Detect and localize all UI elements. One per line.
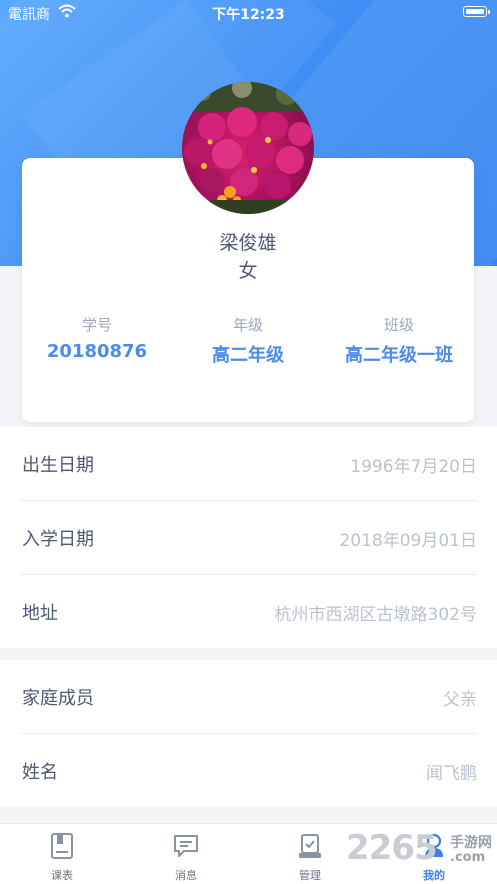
watermark-text: 手游网	[450, 835, 492, 851]
tab-label: 课表	[51, 869, 73, 882]
row-value: 2018年09月01日	[339, 531, 477, 551]
stat-value: 高二年级一班	[345, 345, 453, 366]
chat-icon	[174, 835, 198, 857]
tab-label: 我的	[423, 869, 445, 882]
tab-messages[interactable]: 消息	[124, 824, 248, 884]
row-label: 姓名	[22, 762, 58, 783]
row-label: 出生日期	[22, 455, 94, 476]
info-row-enrollment-date[interactable]: 入学日期 2018年09月01日	[20, 501, 477, 575]
watermark-number: 2265	[346, 828, 438, 868]
stat-grade: 年级 高二年级	[173, 314, 323, 367]
row-value: 闻飞鹏	[426, 764, 477, 784]
family-row-name[interactable]: 姓名 闻飞鹏	[20, 734, 477, 807]
stat-label: 班级	[383, 316, 414, 334]
stat-value: 20180876	[46, 341, 148, 362]
tab-schedule[interactable]: 课表	[0, 824, 124, 884]
row-value: 1996年7月20日	[350, 457, 477, 477]
basic-info-section: 出生日期 1996年7月20日 入学日期 2018年09月01日 地址 杭州市西…	[0, 427, 497, 648]
family-section: 家庭成员 父亲 姓名 闻飞鹏	[0, 660, 497, 807]
stat-student-id: 学号 20180876	[22, 314, 172, 362]
stat-value: 高二年级	[212, 345, 284, 366]
clipboard-icon	[299, 834, 321, 858]
battery-icon	[463, 6, 490, 17]
stat-label: 学号	[81, 316, 112, 334]
row-label: 家庭成员	[22, 688, 94, 709]
status-bar: 電訊商 下午12:23	[0, 0, 497, 24]
row-value: 杭州市西湖区古墩路302号	[274, 605, 477, 625]
book-icon	[51, 833, 73, 859]
row-label: 地址	[22, 603, 58, 624]
row-value: 父亲	[443, 690, 477, 710]
stat-class: 班级 高二年级一班	[324, 314, 474, 367]
status-time: 下午12:23	[212, 7, 285, 23]
info-row-address[interactable]: 地址 杭州市西湖区古墩路302号	[20, 575, 477, 648]
student-gender: 女	[238, 260, 258, 282]
watermark-domain: .com	[450, 850, 486, 865]
row-label: 入学日期	[22, 529, 94, 550]
family-row-member[interactable]: 家庭成员 父亲	[20, 660, 477, 734]
flower-photo	[182, 82, 314, 214]
tab-label: 管理	[299, 869, 321, 882]
site-watermark: 2265 手游网 .com	[346, 828, 496, 868]
stat-label: 年级	[232, 316, 263, 334]
avatar[interactable]	[182, 82, 314, 214]
student-name: 梁俊雄	[219, 232, 277, 254]
info-row-birthdate[interactable]: 出生日期 1996年7月20日	[20, 427, 477, 501]
tab-label: 消息	[175, 869, 197, 882]
